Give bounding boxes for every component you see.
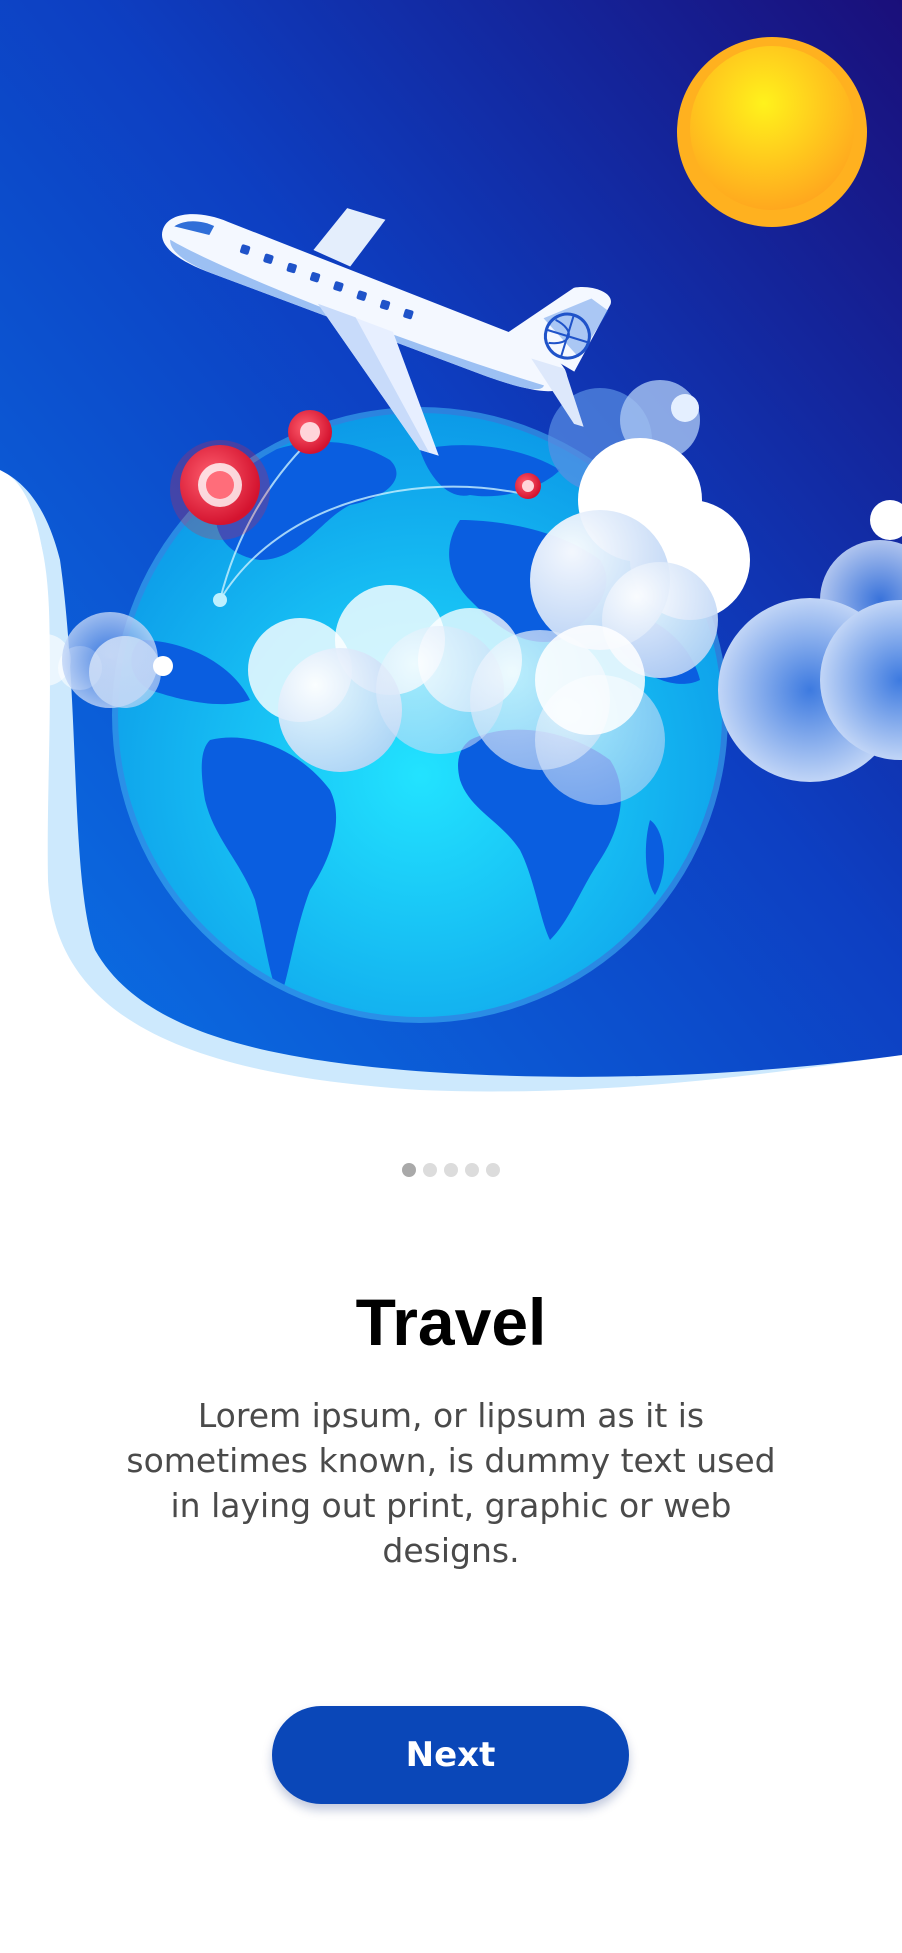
- onboarding-screen: Travel Lorem ipsum, or lipsum as it is s…: [0, 0, 902, 1953]
- next-button-label: Next: [405, 1735, 496, 1775]
- page-description: Lorem ipsum, or lipsum as it is sometime…: [126, 1396, 776, 1570]
- page-dot[interactable]: [465, 1163, 479, 1177]
- page-dot[interactable]: [444, 1163, 458, 1177]
- page-dot[interactable]: [486, 1163, 500, 1177]
- hero-illustration: [0, 0, 902, 1110]
- travel-illustration-icon: [0, 0, 902, 1110]
- location-pin-icon: [515, 473, 541, 499]
- page-indicator: [0, 1163, 902, 1177]
- page-title: Travel: [355, 1285, 547, 1359]
- location-pin-icon: [170, 440, 270, 540]
- next-button[interactable]: Next: [272, 1706, 629, 1804]
- location-pin-icon: [288, 410, 332, 454]
- page-dot[interactable]: [423, 1163, 437, 1177]
- page-dot-active[interactable]: [402, 1163, 416, 1177]
